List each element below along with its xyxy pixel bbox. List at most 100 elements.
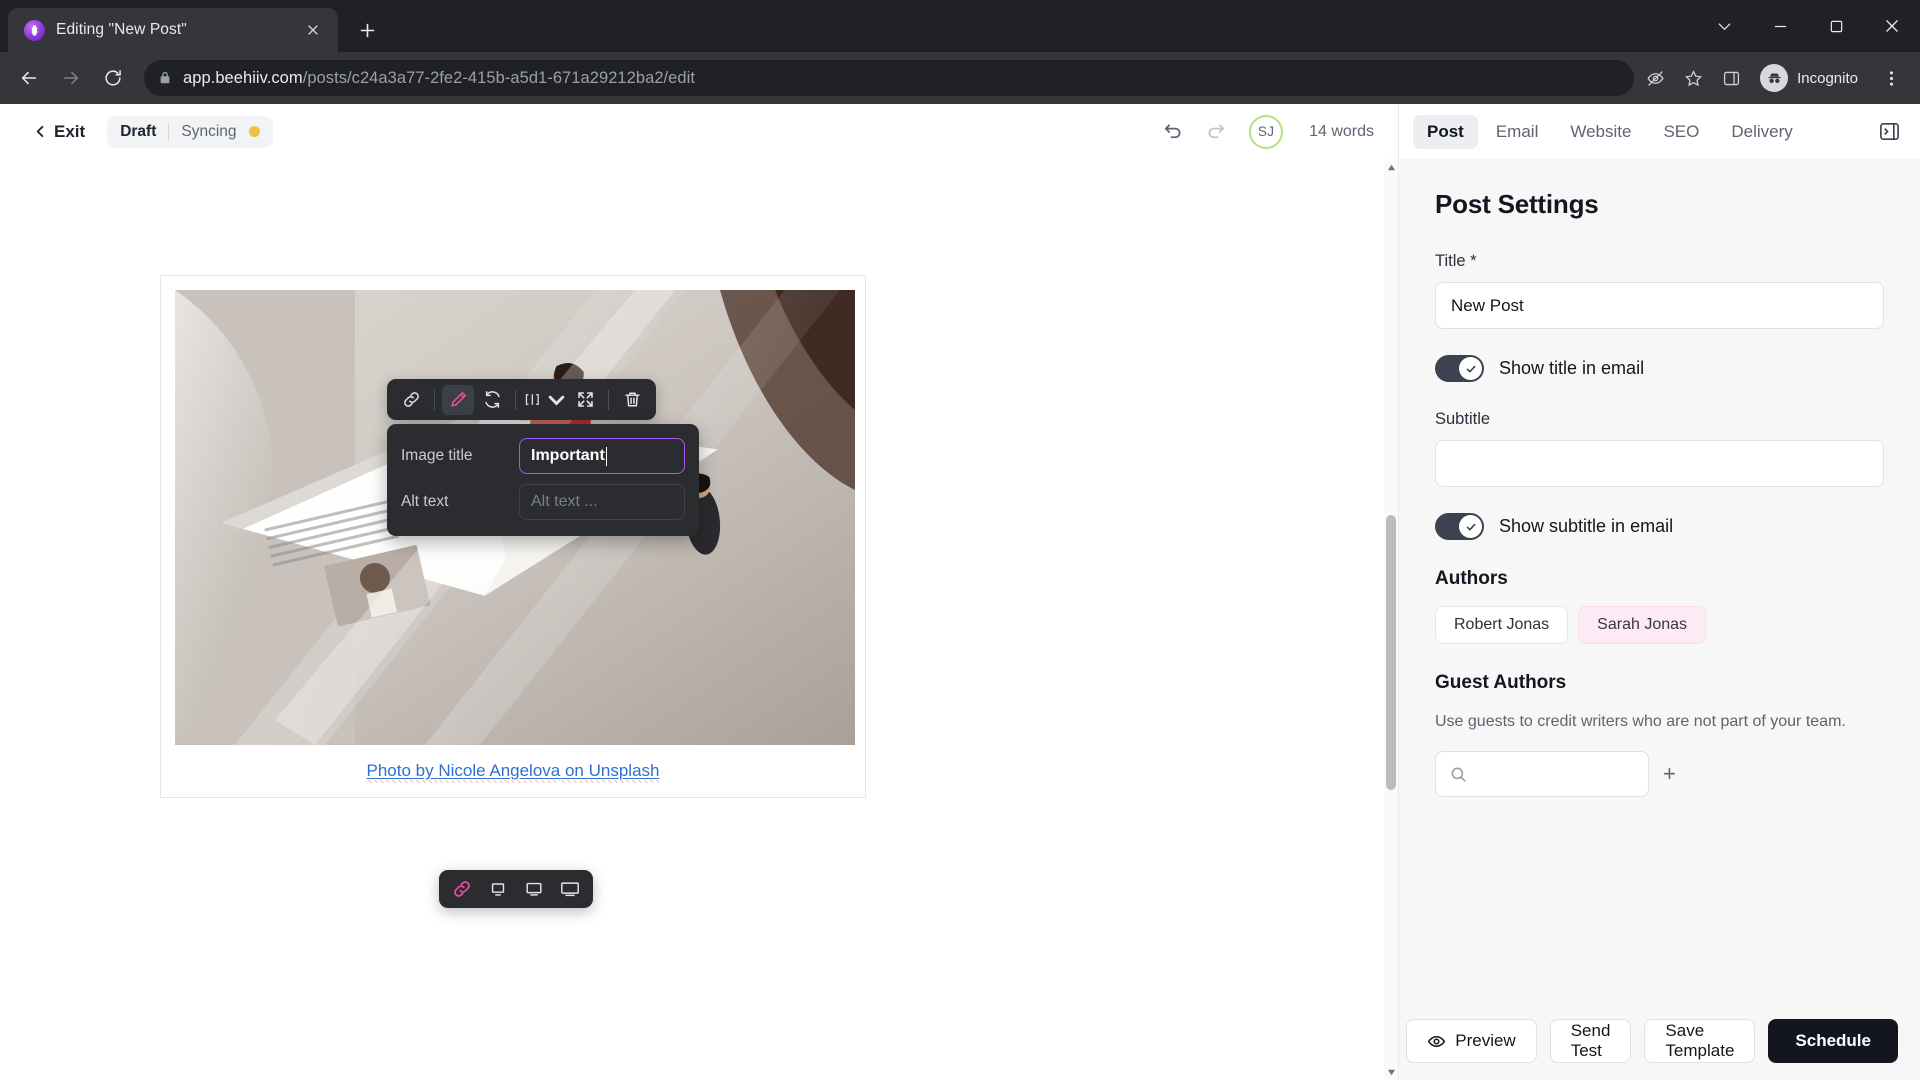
send-test-button-label: Send Test (1570, 1021, 1611, 1060)
guest-authors-controls: + (1435, 751, 1884, 798)
alt-text-row: Alt text Alt text ... (401, 484, 685, 520)
image-title-input[interactable]: Important (519, 438, 685, 474)
tab-post[interactable]: Post (1413, 114, 1478, 149)
avatar[interactable]: SJ (1249, 114, 1284, 149)
authors-heading: Authors (1435, 568, 1508, 589)
forward-button-icon[interactable] (52, 59, 90, 97)
tab-email[interactable]: Email (1482, 115, 1553, 149)
author-chip-highlighted[interactable]: Sarah Jonas (1578, 606, 1707, 644)
caption-middle: on (560, 761, 589, 783)
image-caption: Photo by Nicole Angelova on Unsplash (175, 761, 851, 787)
collapse-panel-icon[interactable] (1872, 115, 1906, 149)
caption-source: Unsplash (588, 761, 660, 783)
canvas-scroll-thumb[interactable] (1386, 515, 1396, 790)
guest-author-search-input[interactable] (1435, 751, 1649, 798)
undo-icon[interactable] (1157, 117, 1187, 147)
reload-button-icon[interactable] (94, 59, 132, 97)
toolbar-divider-2 (515, 389, 516, 410)
replace-image-icon[interactable] (476, 385, 508, 415)
bookmark-star-icon[interactable] (1676, 61, 1710, 95)
maximize-icon[interactable] (1808, 0, 1864, 52)
side-panel-icon[interactable] (1714, 61, 1748, 95)
caption-prefix: Photo by (366, 761, 439, 783)
schedule-button-label: Schedule (1795, 1031, 1871, 1050)
align-icon[interactable] (523, 385, 567, 415)
add-guest-author-icon[interactable]: + (1663, 761, 1676, 787)
send-test-button[interactable]: Send Test (1549, 1019, 1632, 1063)
tab-title: Editing "New Post" (56, 21, 187, 38)
exit-label: Exit (54, 121, 86, 141)
status-badge[interactable]: Draft Syncing (107, 115, 273, 148)
show-title-in-email-row[interactable]: Show title in email (1435, 355, 1884, 382)
window-close-icon[interactable] (1864, 0, 1920, 52)
guest-authors-heading: Guest Authors (1435, 672, 1567, 693)
show-subtitle-in-email-row[interactable]: Show subtitle in email (1435, 513, 1884, 540)
canvas-scrollbar[interactable] (1384, 159, 1398, 1080)
status-sync-label: Syncing (181, 122, 237, 140)
tab-seo[interactable]: SEO (1649, 115, 1713, 149)
alt-text-label: Alt text (401, 493, 449, 510)
edit-pencil-icon[interactable] (442, 384, 474, 415)
show-subtitle-toggle-label: Show subtitle in email (1499, 516, 1674, 536)
image-link-icon[interactable] (449, 876, 475, 902)
scroll-down-arrow-icon[interactable] (1387, 1064, 1396, 1080)
width-small-icon[interactable] (485, 876, 511, 902)
image-title-popover: Image title Important Alt text Alt text … (387, 424, 699, 536)
author-chip[interactable]: Robert Jonas (1435, 606, 1569, 644)
scroll-up-arrow-icon[interactable] (1387, 159, 1396, 175)
minimize-icon[interactable] (1752, 0, 1808, 52)
post-settings-panel: Post Email Website SEO Delivery Post Set… (1398, 104, 1920, 1080)
incognito-profile-button[interactable]: Incognito (1756, 61, 1870, 95)
panel-footer: Preview Send Test Save Template Schedule (1399, 1002, 1920, 1080)
preview-button[interactable]: Preview (1406, 1019, 1537, 1063)
document-body: Photo by Nicole Angelova on Unsplash (160, 275, 866, 798)
status-dot-icon (248, 126, 260, 137)
tab-delivery[interactable]: Delivery (1717, 115, 1806, 149)
width-full-icon[interactable] (557, 876, 583, 902)
back-button-icon[interactable] (10, 59, 48, 97)
word-count: 14 words (1309, 122, 1374, 140)
title-input-value: New Post (1451, 295, 1524, 315)
browser-menu-icon[interactable] (1874, 58, 1908, 98)
alt-text-placeholder: Alt text ... (531, 493, 598, 510)
alt-text-input[interactable]: Alt text ... (519, 484, 685, 520)
panel-body: Post Settings Title * New Post Show titl… (1399, 159, 1920, 1002)
chevron-down-icon[interactable] (1696, 0, 1752, 52)
url-text: app.beehiiv.com/posts/c24a3a77-2fe2-415b… (183, 69, 695, 88)
show-title-toggle[interactable] (1435, 355, 1484, 382)
editor-toolbar: Exit Draft Syncing SJ 14 words (0, 104, 1398, 159)
save-template-button[interactable]: Save Template (1644, 1019, 1756, 1063)
status-divider (168, 123, 170, 140)
url-domain: app.beehiiv.com (183, 68, 303, 87)
subtitle-input[interactable] (1435, 440, 1884, 487)
browser-tab[interactable]: Editing "New Post" (8, 8, 338, 52)
caption-link[interactable]: Photo by Nicole Angelova on Unsplash (366, 761, 660, 783)
width-medium-icon[interactable] (521, 876, 547, 902)
delete-icon[interactable] (616, 385, 648, 415)
page-content: Exit Draft Syncing SJ 14 words Photo by … (0, 104, 1920, 1080)
image-floating-toolbar (387, 379, 656, 420)
schedule-button[interactable]: Schedule (1768, 1019, 1898, 1063)
incognito-eye-icon[interactable] (1638, 61, 1672, 95)
image-block[interactable]: Photo by Nicole Angelova on Unsplash (160, 275, 866, 798)
canvas-scroll-track[interactable] (1384, 175, 1398, 1064)
show-title-toggle-label: Show title in email (1499, 358, 1645, 378)
search-icon (1451, 767, 1466, 782)
tab-website[interactable]: Website (1556, 115, 1645, 149)
exit-button[interactable]: Exit (28, 118, 91, 146)
redo-icon[interactable] (1201, 117, 1231, 147)
new-tab-button[interactable] (350, 13, 384, 47)
toolbar-divider-3 (608, 389, 609, 410)
url-bar[interactable]: app.beehiiv.com/posts/c24a3a77-2fe2-415b… (144, 60, 1635, 96)
fullscreen-icon[interactable] (569, 385, 601, 415)
image-title-value: Important (531, 447, 605, 464)
editor-canvas[interactable]: Photo by Nicole Angelova on Unsplash Ima… (0, 159, 1398, 1080)
image-title-row: Image title Important (401, 438, 685, 474)
tab-close-icon[interactable] (300, 17, 326, 43)
title-input[interactable]: New Post (1435, 282, 1884, 329)
status-draft-label: Draft (120, 122, 157, 140)
show-subtitle-toggle[interactable] (1435, 513, 1484, 540)
url-path: /posts/c24a3a77-2fe2-415b-a5d1-671a29212… (302, 68, 695, 87)
link-icon[interactable] (395, 385, 427, 415)
browser-window: Editing "New Post" app.beehiiv.com/posts… (0, 0, 1920, 1080)
